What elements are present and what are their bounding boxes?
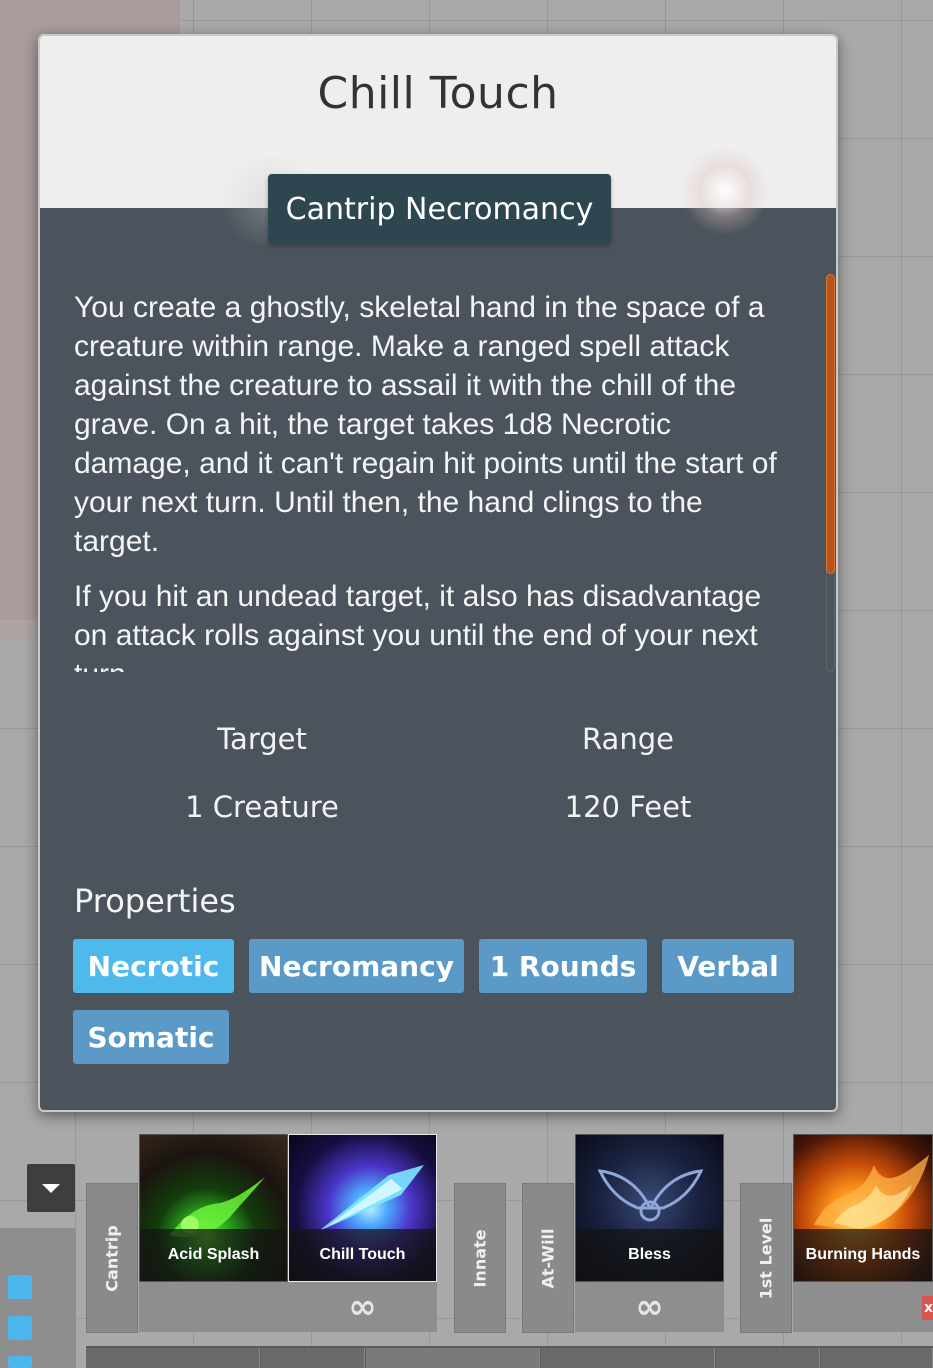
bottom-toolbar-cell[interactable] bbox=[86, 1348, 260, 1368]
side-toolbar-button[interactable] bbox=[8, 1275, 32, 1299]
spell-slot-label: Chill Touch bbox=[289, 1229, 436, 1281]
infinity-icon: ∞ bbox=[635, 1287, 664, 1327]
spell-slot-burning-hands[interactable]: Burning Hands bbox=[793, 1134, 933, 1332]
ice-shard-icon bbox=[319, 1165, 424, 1231]
side-toolbar-button[interactable] bbox=[8, 1316, 32, 1340]
chevron-down-icon bbox=[42, 1183, 60, 1193]
header-glow bbox=[680, 146, 770, 236]
spell-icon-burning-hands[interactable]: Burning Hands bbox=[793, 1134, 933, 1282]
property-chip-verbal[interactable]: Verbal bbox=[662, 939, 794, 993]
spell-slot-label: Bless bbox=[576, 1229, 723, 1281]
side-toolbar bbox=[0, 1228, 76, 1368]
spell-title: Chill Touch bbox=[317, 68, 559, 119]
bottom-toolbar-cell[interactable] bbox=[716, 1348, 820, 1368]
property-chip-necrotic[interactable]: Necrotic bbox=[73, 939, 234, 993]
spell-slot-label: Acid Splash bbox=[140, 1229, 287, 1281]
hotbar-collapse-button[interactable] bbox=[27, 1164, 75, 1212]
bottom-toolbar-cell[interactable] bbox=[821, 1348, 933, 1368]
description-paragraph: You create a ghostly, skeletal hand in t… bbox=[74, 291, 777, 558]
spell-slot-bless[interactable]: Bless ∞ bbox=[575, 1134, 724, 1332]
target-stat: Target 1 Creature bbox=[112, 722, 412, 824]
spell-slot-label: Burning Hands bbox=[794, 1229, 932, 1281]
winged-icon bbox=[598, 1169, 703, 1222]
spell-icon-acid-splash[interactable]: Acid Splash bbox=[139, 1134, 288, 1282]
map-token-edge bbox=[0, 620, 40, 640]
target-value: 1 Creature bbox=[185, 790, 339, 824]
flame-icon bbox=[814, 1155, 929, 1230]
bottom-toolbar-cell[interactable] bbox=[261, 1348, 365, 1368]
property-chip-somatic[interactable]: Somatic bbox=[73, 1010, 229, 1064]
spell-school-badge: Cantrip Necromancy bbox=[268, 174, 611, 244]
range-label: Range bbox=[582, 722, 674, 756]
description-scrollbar-thumb[interactable] bbox=[826, 274, 835, 574]
properties-heading: Properties bbox=[74, 882, 236, 920]
group-label-cantrip: Cantrip bbox=[86, 1183, 138, 1333]
spell-slot-chill-touch[interactable]: Chill Touch ∞ bbox=[288, 1134, 437, 1332]
range-value: 120 Feet bbox=[564, 790, 692, 824]
infinity-icon: ∞ bbox=[348, 1287, 377, 1327]
group-label-at-will: At-Will bbox=[522, 1183, 574, 1333]
property-chip-duration[interactable]: 1 Rounds bbox=[479, 939, 647, 993]
description-paragraph: If you hit an undead target, it also has… bbox=[74, 580, 762, 672]
group-label-1st-level: 1st Level bbox=[740, 1183, 792, 1333]
range-stat: Range 120 Feet bbox=[478, 722, 778, 824]
close-icon[interactable]: x bbox=[922, 1296, 933, 1320]
spell-tooltip: Chill Touch Cantrip Necromancy You creat… bbox=[38, 34, 838, 1112]
spell-icon-bless[interactable]: Bless bbox=[575, 1134, 724, 1282]
spell-description[interactable]: You create a ghostly, skeletal hand in t… bbox=[74, 288, 796, 672]
bottom-toolbar-cell[interactable] bbox=[366, 1348, 540, 1368]
bottom-toolbar-cell[interactable] bbox=[541, 1348, 715, 1368]
group-label-innate: Innate bbox=[454, 1183, 506, 1333]
side-toolbar-button[interactable] bbox=[8, 1356, 32, 1368]
spell-slot-acid-splash[interactable]: Acid Splash bbox=[139, 1134, 288, 1332]
target-label: Target bbox=[217, 722, 307, 756]
property-chip-necromancy[interactable]: Necromancy bbox=[249, 939, 464, 993]
spell-icon-chill-touch[interactable]: Chill Touch bbox=[288, 1134, 437, 1282]
